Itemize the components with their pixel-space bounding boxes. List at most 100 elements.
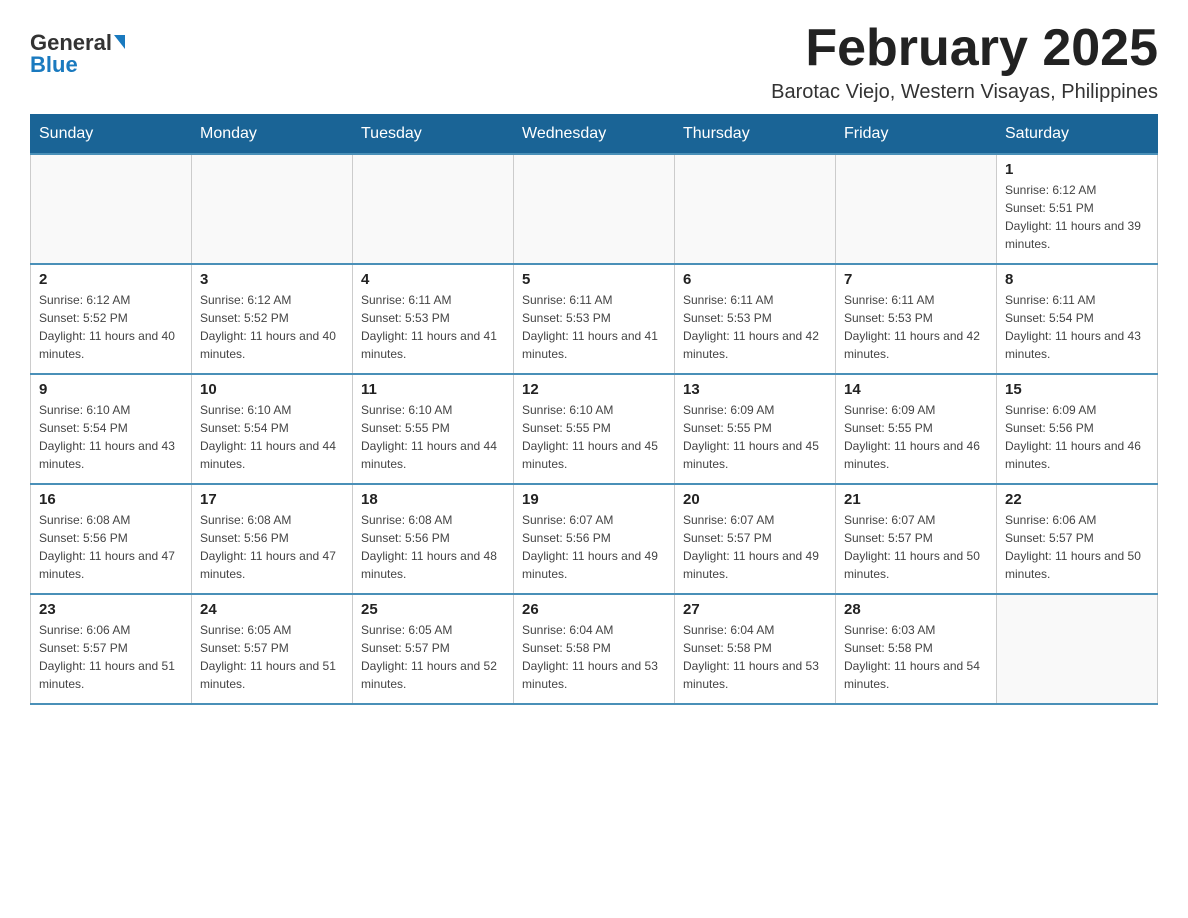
day-number: 10	[200, 381, 344, 398]
calendar-day-cell: 11Sunrise: 6:10 AM Sunset: 5:55 PM Dayli…	[353, 374, 514, 484]
logo: General Blue	[30, 20, 125, 78]
calendar-day-cell	[675, 154, 836, 264]
calendar-day-cell: 6 Sunrise: 6:11 AM Sunset: 5:53 PM Daylig…	[675, 264, 836, 374]
day-info: Sunrise: 6:09 AM Sunset: 5:55 PM Dayligh…	[844, 401, 988, 473]
calendar-day-cell: 17 Sunrise: 6:08 AM Sunset: 5:56 PM Dayli…	[192, 484, 353, 594]
day-info: Sunrise: 6:07 AM Sunset: 5:57 PM Dayligh…	[844, 511, 988, 583]
calendar-day-cell: 24 Sunrise: 6:05 AM Sunset: 5:57 PM Dayli…	[192, 594, 353, 704]
day-header-friday: Friday	[836, 115, 997, 155]
calendar-day-cell: 4 Sunrise: 6:11 AM Sunset: 5:53 PM Daylig…	[353, 264, 514, 374]
day-info: Sunrise: 6:08 AM Sunset: 5:56 PM Dayligh…	[361, 511, 505, 583]
calendar-table: SundayMondayTuesdayWednesdayThursdayFrid…	[30, 114, 1158, 705]
day-info: Sunrise: 6:08 AM Sunset: 5:56 PM Dayligh…	[200, 511, 344, 583]
day-number: 5	[522, 271, 666, 288]
day-number: 8	[1005, 271, 1149, 288]
calendar-day-cell: 1 Sunrise: 6:12 AM Sunset: 5:51 PM Daylig…	[997, 154, 1158, 264]
day-info: Sunrise: 6:12 AM Sunset: 5:52 PM Dayligh…	[39, 291, 183, 363]
day-info: Sunrise: 6:12 AM Sunset: 5:51 PM Dayligh…	[1005, 181, 1149, 253]
page-header: General Blue February 2025 Barotac Viejo…	[30, 20, 1158, 104]
day-info: Sunrise: 6:09 AM Sunset: 5:56 PM Dayligh…	[1005, 401, 1149, 473]
day-number: 1	[1005, 161, 1149, 178]
day-number: 13	[683, 381, 827, 398]
day-header-thursday: Thursday	[675, 115, 836, 155]
calendar-day-cell	[514, 154, 675, 264]
calendar-day-cell: 15 Sunrise: 6:09 AM Sunset: 5:56 PM Dayli…	[997, 374, 1158, 484]
calendar-day-cell: 5 Sunrise: 6:11 AM Sunset: 5:53 PM Daylig…	[514, 264, 675, 374]
day-number: 3	[200, 271, 344, 288]
day-number: 22	[1005, 491, 1149, 508]
day-header-tuesday: Tuesday	[353, 115, 514, 155]
calendar-day-cell: 27Sunrise: 6:04 AM Sunset: 5:58 PM Dayli…	[675, 594, 836, 704]
day-number: 21	[844, 491, 988, 508]
day-number: 11	[361, 381, 505, 398]
calendar-day-cell: 19 Sunrise: 6:07 AM Sunset: 5:56 PM Dayli…	[514, 484, 675, 594]
day-number: 6	[683, 271, 827, 288]
title-area: February 2025 Barotac Viejo, Western Vis…	[771, 20, 1158, 104]
day-header-sunday: Sunday	[31, 115, 192, 155]
day-number: 12	[522, 381, 666, 398]
day-number: 18	[361, 491, 505, 508]
calendar-day-cell	[31, 154, 192, 264]
calendar-week-row: 23 Sunrise: 6:06 AM Sunset: 5:57 PM Dayli…	[31, 594, 1158, 704]
location-subtitle: Barotac Viejo, Western Visayas, Philippi…	[771, 81, 1158, 104]
calendar-week-row: 16Sunrise: 6:08 AM Sunset: 5:56 PM Dayli…	[31, 484, 1158, 594]
calendar-day-cell: 12 Sunrise: 6:10 AM Sunset: 5:55 PM Dayli…	[514, 374, 675, 484]
day-info: Sunrise: 6:08 AM Sunset: 5:56 PM Dayligh…	[39, 511, 183, 583]
day-number: 23	[39, 601, 183, 618]
day-info: Sunrise: 6:07 AM Sunset: 5:57 PM Dayligh…	[683, 511, 827, 583]
calendar-week-row: 1 Sunrise: 6:12 AM Sunset: 5:51 PM Daylig…	[31, 154, 1158, 264]
day-info: Sunrise: 6:10 AM Sunset: 5:55 PM Dayligh…	[522, 401, 666, 473]
calendar-day-cell: 21 Sunrise: 6:07 AM Sunset: 5:57 PM Dayli…	[836, 484, 997, 594]
calendar-day-cell: 13 Sunrise: 6:09 AM Sunset: 5:55 PM Dayli…	[675, 374, 836, 484]
calendar-day-cell	[192, 154, 353, 264]
day-info: Sunrise: 6:11 AM Sunset: 5:53 PM Dayligh…	[844, 291, 988, 363]
calendar-day-cell: 2 Sunrise: 6:12 AM Sunset: 5:52 PM Daylig…	[31, 264, 192, 374]
day-info: Sunrise: 6:05 AM Sunset: 5:57 PM Dayligh…	[361, 621, 505, 693]
calendar-day-cell: 28 Sunrise: 6:03 AM Sunset: 5:58 PM Dayli…	[836, 594, 997, 704]
day-header-saturday: Saturday	[997, 115, 1158, 155]
calendar-day-cell: 14Sunrise: 6:09 AM Sunset: 5:55 PM Dayli…	[836, 374, 997, 484]
day-number: 17	[200, 491, 344, 508]
calendar-day-cell: 22 Sunrise: 6:06 AM Sunset: 5:57 PM Dayli…	[997, 484, 1158, 594]
day-number: 24	[200, 601, 344, 618]
calendar-header-row: SundayMondayTuesdayWednesdayThursdayFrid…	[31, 115, 1158, 155]
day-info: Sunrise: 6:10 AM Sunset: 5:54 PM Dayligh…	[200, 401, 344, 473]
day-info: Sunrise: 6:11 AM Sunset: 5:54 PM Dayligh…	[1005, 291, 1149, 363]
day-info: Sunrise: 6:03 AM Sunset: 5:58 PM Dayligh…	[844, 621, 988, 693]
calendar-day-cell	[836, 154, 997, 264]
day-info: Sunrise: 6:09 AM Sunset: 5:55 PM Dayligh…	[683, 401, 827, 473]
logo-arrow-icon	[114, 35, 125, 49]
day-header-wednesday: Wednesday	[514, 115, 675, 155]
day-number: 19	[522, 491, 666, 508]
calendar-day-cell: 7 Sunrise: 6:11 AM Sunset: 5:53 PM Daylig…	[836, 264, 997, 374]
day-info: Sunrise: 6:04 AM Sunset: 5:58 PM Dayligh…	[522, 621, 666, 693]
day-number: 9	[39, 381, 183, 398]
calendar-day-cell: 23 Sunrise: 6:06 AM Sunset: 5:57 PM Dayli…	[31, 594, 192, 704]
calendar-day-cell: 26 Sunrise: 6:04 AM Sunset: 5:58 PM Dayli…	[514, 594, 675, 704]
day-info: Sunrise: 6:04 AM Sunset: 5:58 PM Dayligh…	[683, 621, 827, 693]
day-number: 4	[361, 271, 505, 288]
calendar-day-cell: 3 Sunrise: 6:12 AM Sunset: 5:52 PM Daylig…	[192, 264, 353, 374]
calendar-day-cell: 8 Sunrise: 6:11 AM Sunset: 5:54 PM Daylig…	[997, 264, 1158, 374]
day-number: 15	[1005, 381, 1149, 398]
day-number: 2	[39, 271, 183, 288]
day-info: Sunrise: 6:11 AM Sunset: 5:53 PM Dayligh…	[522, 291, 666, 363]
calendar-day-cell: 16Sunrise: 6:08 AM Sunset: 5:56 PM Dayli…	[31, 484, 192, 594]
day-info: Sunrise: 6:06 AM Sunset: 5:57 PM Dayligh…	[1005, 511, 1149, 583]
day-info: Sunrise: 6:11 AM Sunset: 5:53 PM Dayligh…	[361, 291, 505, 363]
day-info: Sunrise: 6:05 AM Sunset: 5:57 PM Dayligh…	[200, 621, 344, 693]
calendar-week-row: 2 Sunrise: 6:12 AM Sunset: 5:52 PM Daylig…	[31, 264, 1158, 374]
day-number: 20	[683, 491, 827, 508]
day-number: 7	[844, 271, 988, 288]
calendar-day-cell	[997, 594, 1158, 704]
calendar-day-cell	[353, 154, 514, 264]
day-info: Sunrise: 6:10 AM Sunset: 5:54 PM Dayligh…	[39, 401, 183, 473]
day-info: Sunrise: 6:07 AM Sunset: 5:56 PM Dayligh…	[522, 511, 666, 583]
calendar-week-row: 9 Sunrise: 6:10 AM Sunset: 5:54 PM Daylig…	[31, 374, 1158, 484]
day-number: 28	[844, 601, 988, 618]
day-number: 26	[522, 601, 666, 618]
day-info: Sunrise: 6:12 AM Sunset: 5:52 PM Dayligh…	[200, 291, 344, 363]
day-info: Sunrise: 6:06 AM Sunset: 5:57 PM Dayligh…	[39, 621, 183, 693]
calendar-day-cell: 9 Sunrise: 6:10 AM Sunset: 5:54 PM Daylig…	[31, 374, 192, 484]
day-info: Sunrise: 6:11 AM Sunset: 5:53 PM Dayligh…	[683, 291, 827, 363]
